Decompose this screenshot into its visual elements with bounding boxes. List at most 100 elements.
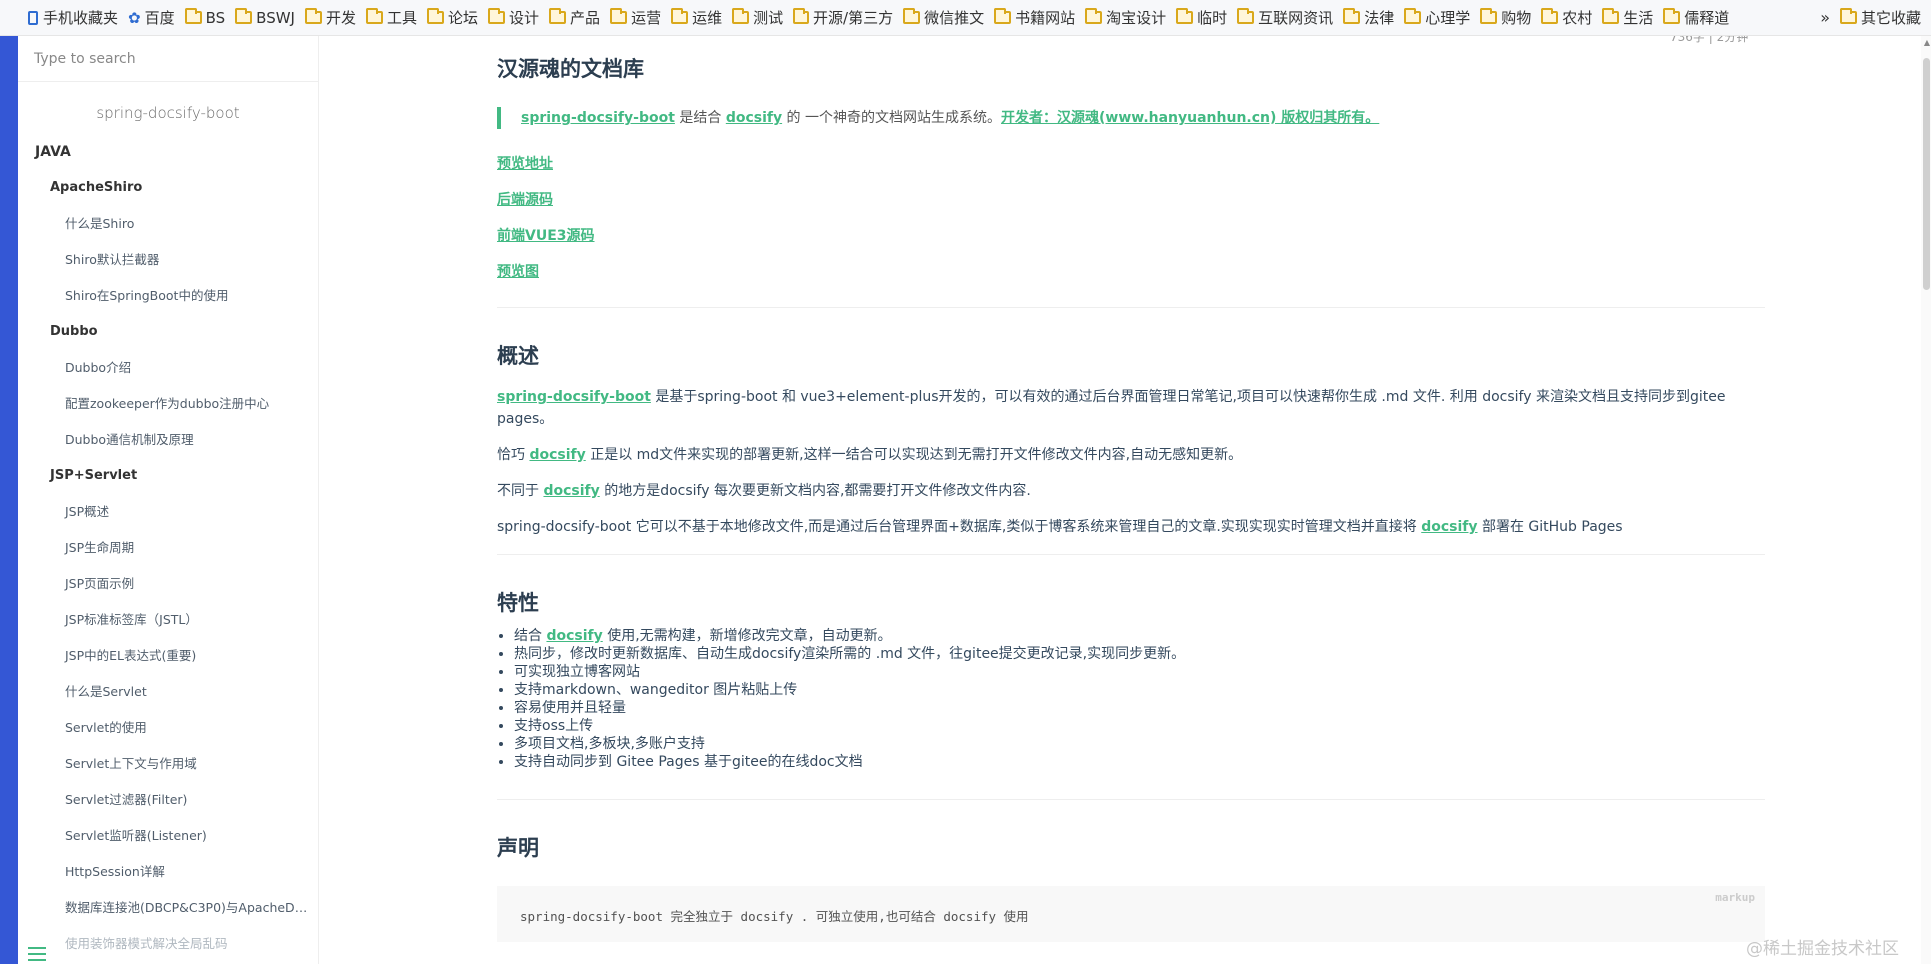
bookmark-folder[interactable]: 生活 [1602, 7, 1653, 28]
folder-icon [793, 8, 810, 24]
word-count: 736字 | 2分钟 [1670, 36, 1749, 44]
baidu-paw-icon: ✿ [128, 8, 141, 27]
sidebar-item[interactable]: JSP+Servlet [18, 458, 318, 494]
sidebar-item[interactable]: 什么是Shiro [18, 206, 318, 242]
link-docsify[interactable]: docsify [1421, 519, 1477, 535]
bookmarks-bar: 手机收藏夹 ✿ 百度 BS BSWJ 开发 工具 论坛 设计 产品 运营 运维 测… [0, 0, 1931, 36]
phone-icon [28, 10, 38, 25]
bookmark-folder[interactable]: 临时 [1176, 7, 1227, 28]
bookmark-folder[interactable]: 淘宝设计 [1085, 7, 1166, 28]
left-edge-strip [0, 36, 18, 964]
sidebar-item[interactable]: JSP页面示例 [18, 566, 318, 602]
bookmark-folder[interactable]: 运营 [610, 7, 661, 28]
list-item: 可实现独立博客网站 [514, 663, 1765, 681]
bookmark-baidu[interactable]: ✿ 百度 [128, 7, 175, 28]
folder-icon [1541, 8, 1559, 24]
sidebar-item[interactable]: JSP标准标签库（JSTL） [18, 602, 318, 638]
overview-paragraph: 恰巧 docsify 正是以 md文件来实现的部署更新,这样一结合可以实现达到无… [497, 447, 1243, 463]
list-item: 热同步，修改时更新数据库、自动生成docsify渲染所需的 .md 文件，往gi… [514, 645, 1765, 663]
sidebar-item[interactable]: Servlet的使用 [18, 710, 318, 746]
bookmark-folder[interactable]: BSWJ [235, 8, 295, 27]
sidebar-item[interactable]: Servlet过滤器(Filter) [18, 782, 318, 818]
bookmark-folder[interactable]: 互联网资讯 [1237, 7, 1333, 28]
overview-paragraph: spring-docsify-boot 是基于spring-boot 和 vue… [497, 389, 1726, 427]
link-spring-docsify-boot[interactable]: spring-docsify-boot [497, 389, 651, 405]
search-input[interactable]: Type to search [18, 36, 318, 82]
bookmark-folder[interactable]: 农村 [1541, 7, 1592, 28]
sidebar-item[interactable]: Shiro默认拦截器 [18, 242, 318, 278]
sidebar-item[interactable]: ApacheShiro [18, 170, 318, 206]
bookmark-folder[interactable]: 论坛 [427, 7, 478, 28]
folder-icon [610, 8, 628, 24]
link-spring-docsify-boot[interactable]: spring-docsify-boot [521, 110, 675, 126]
link-preview-images[interactable]: 预览图 [497, 264, 539, 280]
sidebar-item[interactable]: Dubbo [18, 314, 318, 350]
link-backend-source[interactable]: 后端源码 [497, 192, 553, 208]
folder-icon [235, 8, 253, 24]
bookmark-folder[interactable]: BS [184, 8, 225, 27]
bookmark-folder[interactable]: 法律 [1343, 7, 1394, 28]
link-developer[interactable]: 开发者：汉源魂(www.hanyuanhun.cn) 版权归其所有。 [1001, 110, 1379, 126]
bookmark-folder[interactable]: 测试 [732, 7, 783, 28]
app-name[interactable]: spring-docsify-boot [18, 104, 318, 122]
bookmark-folder[interactable]: 运维 [671, 7, 722, 28]
menu-toggle-icon[interactable] [28, 947, 46, 961]
page-title: 汉源魂的文档库 [497, 57, 644, 81]
folder-icon [1480, 8, 1498, 24]
overview-heading: 概述 [497, 344, 539, 368]
sidebar-item[interactable]: Dubbo通信机制及原理 [18, 422, 318, 458]
folder-icon [903, 8, 921, 24]
folder-icon [1085, 8, 1103, 24]
sidebar-item[interactable]: Dubbo介绍 [18, 350, 318, 386]
bookmark-mobile[interactable]: 手机收藏夹 [28, 7, 118, 28]
sidebar-item[interactable]: HttpSession详解 [18, 854, 318, 890]
bookmark-folder[interactable]: 工具 [366, 7, 417, 28]
sidebar-item[interactable]: 配置zookeeper作为dubbo注册中心 [18, 386, 318, 422]
bookmark-folder[interactable]: 微信推文 [903, 7, 984, 28]
link-docsify[interactable]: docsify [543, 483, 599, 499]
folder-icon [994, 8, 1012, 24]
folder-icon [1343, 8, 1361, 24]
sidebar-item[interactable]: 什么是Servlet [18, 674, 318, 710]
bookmark-folder[interactable]: 设计 [488, 7, 539, 28]
link-docsify[interactable]: docsify [546, 628, 602, 644]
scrollbar-thumb[interactable] [1923, 58, 1930, 290]
link-frontend-source[interactable]: 前端VUE3源码 [497, 228, 595, 244]
folder-icon [1602, 8, 1620, 24]
bookmark-other[interactable]: 其它收藏 [1839, 7, 1921, 28]
sidebar-nav: JAVA ApacheShiro 什么是Shiro Shiro默认拦截器 Shiro在S… [18, 134, 318, 962]
folder-icon [732, 8, 750, 24]
sidebar-item[interactable]: 数据库连接池(DBCP&C3P0)与ApacheDBUtils [18, 890, 318, 926]
features-heading: 特性 [497, 591, 539, 615]
sidebar-item[interactable]: 使用装饰器模式解决全局乱码 [18, 926, 318, 962]
sidebar-item[interactable]: Shiro在SpringBoot中的使用 [18, 278, 318, 314]
bookmark-folder[interactable]: 产品 [549, 7, 600, 28]
folder-icon [1237, 8, 1255, 24]
list-item: 多项目文档,多板块,多账户支持 [514, 735, 1765, 753]
scroll-up-arrow-icon[interactable]: ▲ [1924, 38, 1930, 47]
sidebar-item[interactable]: JSP生命周期 [18, 530, 318, 566]
folder-icon [549, 8, 567, 24]
bookmark-folder[interactable]: 书籍网站 [994, 7, 1075, 28]
bookmark-folder[interactable]: 开发 [304, 7, 356, 28]
bookmark-folder[interactable]: 购物 [1480, 7, 1531, 28]
sidebar-item[interactable]: JSP中的EL表达式(重要) [18, 638, 318, 674]
sidebar-item[interactable]: JSP概述 [18, 494, 318, 530]
intro-quote: spring-docsify-boot 是结合 docsify 的 一个神奇的文… [497, 107, 1765, 129]
bookmarks-overflow-button[interactable]: » [1820, 8, 1830, 27]
sidebar-item[interactable]: JAVA [18, 134, 318, 170]
bookmark-folder[interactable]: 心理学 [1404, 7, 1470, 28]
folder-icon [488, 8, 506, 24]
sidebar-item[interactable]: Servlet上下文与作用域 [18, 746, 318, 782]
bookmark-folder[interactable]: 开源/第三方 [793, 7, 893, 28]
bookmark-folder[interactable]: 儒释道 [1663, 7, 1729, 28]
watermark: @稀土掘金技术社区 [1746, 939, 1899, 959]
link-preview-site[interactable]: 预览地址 [497, 156, 553, 172]
overview-paragraph: spring-docsify-boot 它可以不基于本地修改文件,而是通过后台管… [497, 519, 1623, 535]
link-docsify[interactable]: docsify [529, 447, 585, 463]
link-docsify[interactable]: docsify [726, 110, 782, 126]
sidebar-item[interactable]: Servlet监听器(Listener) [18, 818, 318, 854]
divider [497, 799, 1765, 800]
folder-icon [427, 8, 445, 24]
folder-icon [1176, 8, 1194, 24]
